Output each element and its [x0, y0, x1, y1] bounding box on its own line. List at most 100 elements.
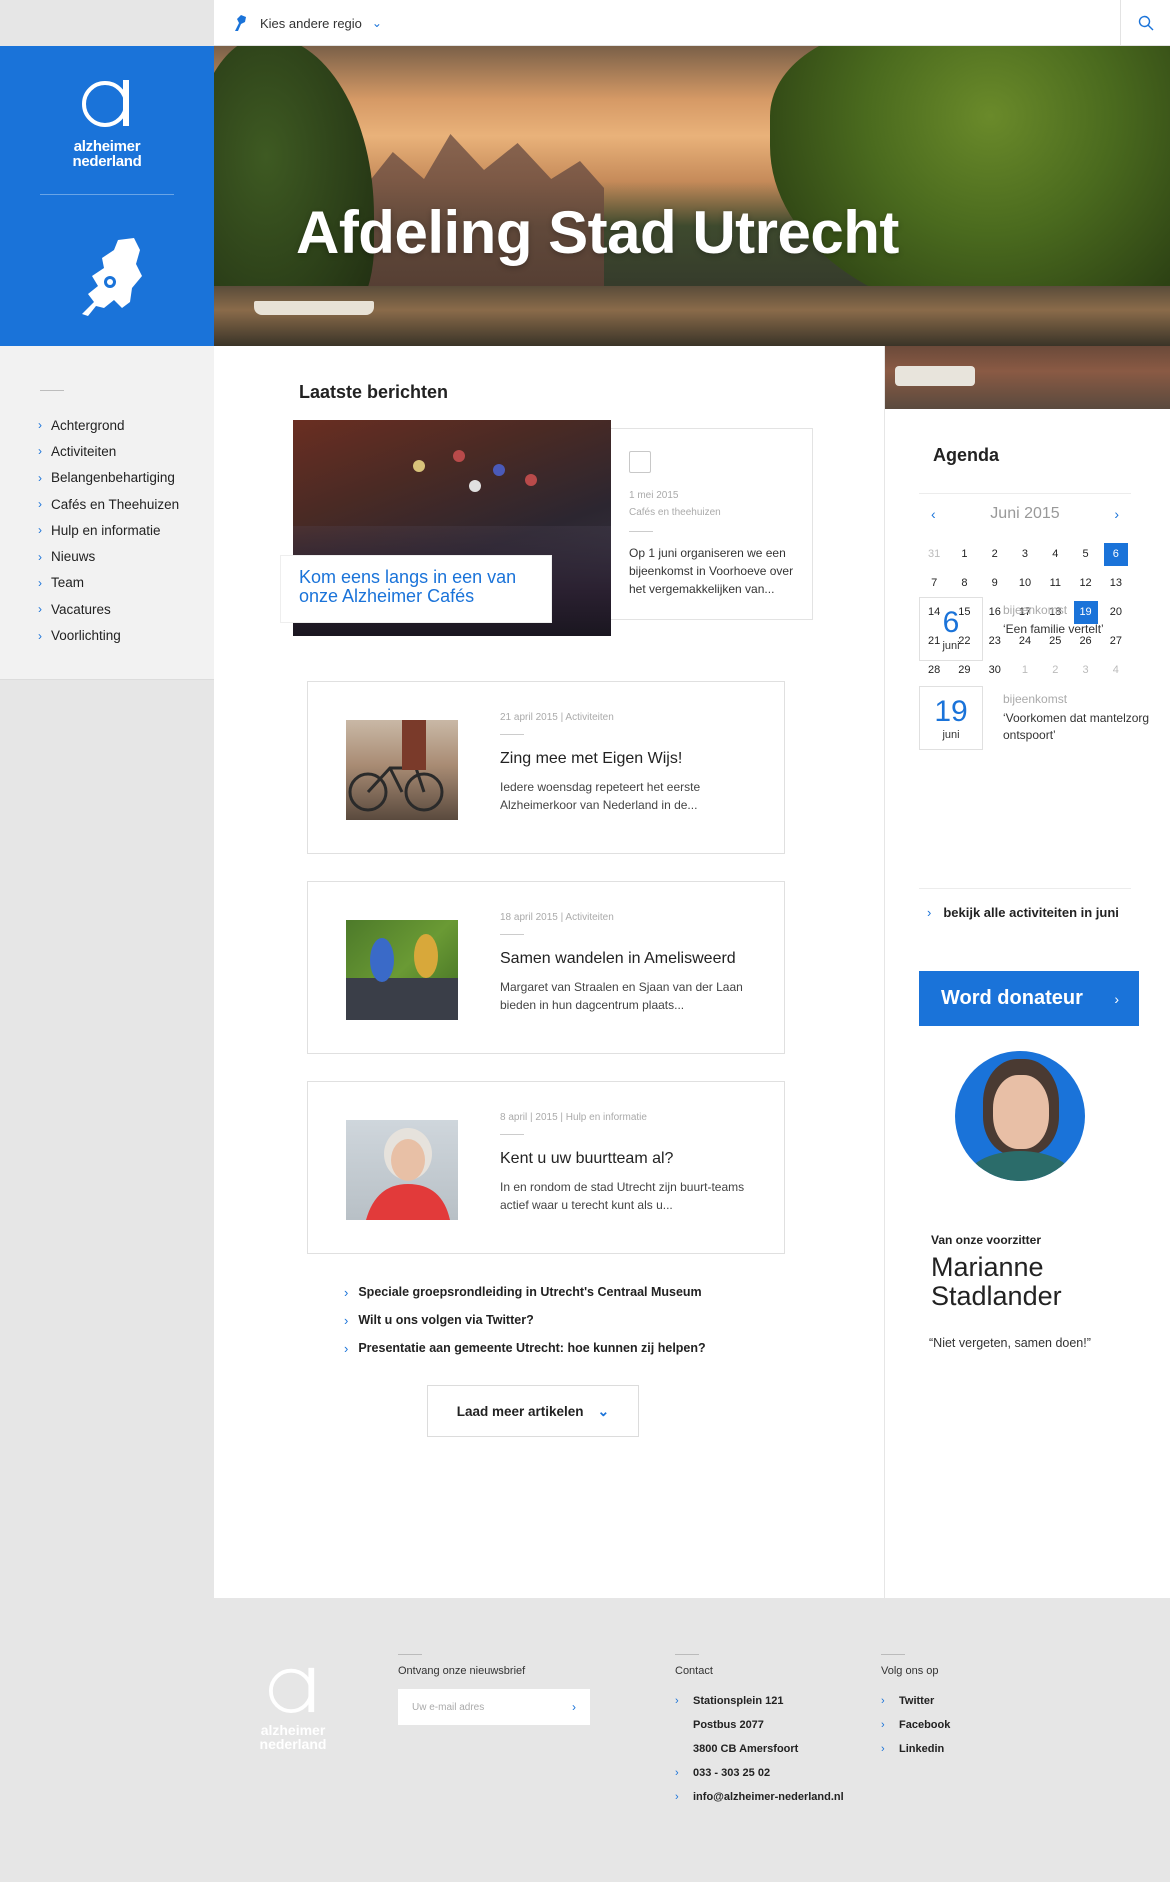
- calendar-day[interactable]: 10: [1010, 572, 1040, 595]
- agenda-event[interactable]: 19 juni bijeenkomst ‘Voorkomen dat mante…: [919, 686, 1159, 750]
- agenda-event[interactable]: 6 juni bijeenkomst ‘Een familie vertelt’: [919, 597, 1159, 661]
- article-title[interactable]: Kent u uw buurtteam al?: [500, 1150, 673, 1168]
- social-link-linkedin[interactable]: › Linkedin: [881, 1737, 950, 1761]
- previous-month-button[interactable]: ‹: [931, 506, 936, 522]
- chevron-right-icon: ›: [675, 1791, 679, 1803]
- article-card[interactable]: 18 april 2015 | Activiteiten Samen wande…: [307, 881, 785, 1054]
- nav-item-voorlichting[interactable]: › Voorlichting: [38, 622, 179, 648]
- event-kind: bijeenkomst: [1003, 603, 1068, 617]
- featured-summary: 1 mei 2015 Cafés en theehuizen Op 1 juni…: [611, 428, 813, 620]
- search-button[interactable]: [1120, 0, 1170, 46]
- nav-item-vacatures[interactable]: › Vacatures: [38, 596, 179, 622]
- calendar-day[interactable]: 4: [1101, 659, 1131, 682]
- featured-text: Op 1 juni organiseren we een bijeenkomst…: [629, 546, 794, 596]
- photo-lamp: [413, 460, 425, 472]
- calendar-day[interactable]: 3: [1010, 543, 1040, 566]
- calendar-day[interactable]: 12: [1070, 572, 1100, 595]
- article-card[interactable]: 21 april 2015 | Activiteiten Zing mee me…: [307, 681, 785, 854]
- shoes-image: [346, 934, 458, 1020]
- more-link-label: Presentatie aan gemeente Utrecht: hoe ku…: [358, 1341, 706, 1355]
- netherlands-pin-icon: [235, 15, 246, 31]
- article-thumbnail: [346, 920, 458, 1020]
- section-title: Laatste berichten: [299, 382, 449, 402]
- load-more-button[interactable]: Laad meer artikelen ⌄: [427, 1385, 639, 1437]
- featured-article[interactable]: Kom eens langs in een van onze Alzheimer…: [281, 420, 813, 638]
- nav-item-achtergrond[interactable]: › Achtergrond: [38, 412, 179, 438]
- calendar-day[interactable]: 8: [949, 572, 979, 595]
- contact-address-link[interactable]: › Stationsplein 121: [675, 1689, 844, 1713]
- logo-line-1: alzheimer: [73, 138, 141, 155]
- more-link[interactable]: › Presentatie aan gemeente Utrecht: hoe k…: [344, 1334, 706, 1362]
- calendar-day[interactable]: 2: [1040, 659, 1070, 682]
- all-activities-label: bekijk alle activiteiten in juni: [943, 905, 1119, 920]
- chair-portrait: [955, 1051, 1085, 1181]
- nav-item-activiteiten[interactable]: › Activiteiten: [38, 438, 179, 464]
- donate-button[interactable]: Word donateur ›: [919, 971, 1139, 1026]
- event-month: juni: [942, 640, 960, 652]
- contact-email-link[interactable]: › info@alzheimer-nederland.nl: [675, 1785, 844, 1809]
- calendar-day[interactable]: 2: [980, 543, 1010, 566]
- chevron-right-icon: ›: [38, 575, 42, 590]
- chevron-right-icon: ›: [38, 418, 42, 433]
- event-kind: bijeenkomst: [1003, 692, 1068, 706]
- portrait-body: [965, 1151, 1075, 1181]
- newsletter-input[interactable]: Uw e-mail adres ›: [398, 1689, 590, 1725]
- nav-item-label: Activiteiten: [51, 443, 117, 459]
- more-link[interactable]: › Wilt u ons volgen via Twitter?: [344, 1306, 706, 1334]
- brand-divider: [40, 194, 174, 195]
- footer-divider: [675, 1654, 699, 1655]
- calendar-day[interactable]: 1: [1010, 659, 1040, 682]
- calendar-day[interactable]: 11: [1040, 572, 1070, 595]
- calendar-day[interactable]: 9: [980, 572, 1010, 595]
- nav-item-label: Team: [51, 575, 85, 591]
- next-month-button[interactable]: ›: [1114, 506, 1119, 522]
- calendar-day[interactable]: 29: [949, 659, 979, 682]
- more-link[interactable]: › Speciale groepsrondleiding in Utrecht's…: [344, 1278, 706, 1306]
- event-date-box: 19 juni: [919, 686, 983, 750]
- contact-pobox: Postbus 2077: [693, 1719, 764, 1731]
- contact-phone-link[interactable]: › 033 - 303 25 02: [675, 1761, 844, 1785]
- agenda-divider: [919, 493, 1131, 494]
- footer-logo-line-2: nederland: [259, 1736, 327, 1752]
- event-day: 6: [942, 606, 960, 639]
- nav-divider: [40, 390, 64, 391]
- nav-item-team[interactable]: › Team: [38, 570, 179, 596]
- calendar-day[interactable]: 13: [1101, 572, 1131, 595]
- social-link-facebook[interactable]: › Facebook: [881, 1713, 950, 1737]
- hero-banner: Afdeling Stad Utrecht: [214, 46, 1170, 346]
- article-card[interactable]: 8 april | 2015 | Hulp en informatie Kent…: [307, 1081, 785, 1254]
- article-title[interactable]: Samen wandelen in Amelisweerd: [500, 950, 736, 968]
- calendar-day[interactable]: 3: [1070, 659, 1100, 682]
- chevron-right-icon: ›: [38, 470, 42, 485]
- submit-arrow-icon[interactable]: ›: [572, 1700, 576, 1714]
- chevron-down-icon: ⌄: [371, 16, 382, 30]
- nav-item-cafes[interactable]: › Cafés en Theehuizen: [38, 491, 179, 517]
- calendar-day[interactable]: 5: [1070, 543, 1100, 566]
- nav-item-nieuws[interactable]: › Nieuws: [38, 543, 179, 569]
- nav-item-belangenbehartiging[interactable]: › Belangenbehartiging: [38, 465, 179, 491]
- calendar-day[interactable]: 1: [949, 543, 979, 566]
- calendar-day[interactable]: 7: [919, 572, 949, 595]
- logo[interactable]: alzheimer nederland: [0, 76, 214, 169]
- nav-item-hulp[interactable]: › Hulp en informatie: [38, 517, 179, 543]
- calendar-day[interactable]: 30: [980, 659, 1010, 682]
- calendar-day[interactable]: 31: [919, 543, 949, 566]
- social-link-twitter[interactable]: › Twitter: [881, 1689, 950, 1713]
- calendar-icon: [629, 451, 651, 473]
- newsletter-placeholder: Uw e-mail adres: [412, 1701, 485, 1713]
- article-excerpt: Margaret van Straalen en Sjaan van der L…: [500, 980, 743, 1012]
- article-title[interactable]: Zing mee met Eigen Wijs!: [500, 750, 682, 768]
- woman-portrait-image: [366, 1128, 450, 1220]
- hero-boat-2: [895, 366, 975, 386]
- region-selector[interactable]: Kies andere regio ⌄: [232, 0, 382, 46]
- calendar-day[interactable]: 4: [1040, 543, 1070, 566]
- social-label: Facebook: [899, 1719, 951, 1731]
- calendar-day[interactable]: 28: [919, 659, 949, 682]
- featured-caption[interactable]: Kom eens langs in een van onze Alzheimer…: [281, 556, 551, 622]
- newsletter-column: Ontvang onze nieuwsbrief Uw e-mail adres…: [398, 1654, 590, 1725]
- calendar-day[interactable]: 6: [1103, 543, 1128, 566]
- article-excerpt: In en rondom de stad Utrecht zijn buurt-…: [500, 1180, 745, 1212]
- all-activities-link[interactable]: › bekijk alle activiteiten in juni: [927, 905, 1119, 920]
- footer-logo[interactable]: alzheimer nederland: [254, 1664, 332, 1751]
- chair-last-name: Stadlander: [931, 1281, 1062, 1311]
